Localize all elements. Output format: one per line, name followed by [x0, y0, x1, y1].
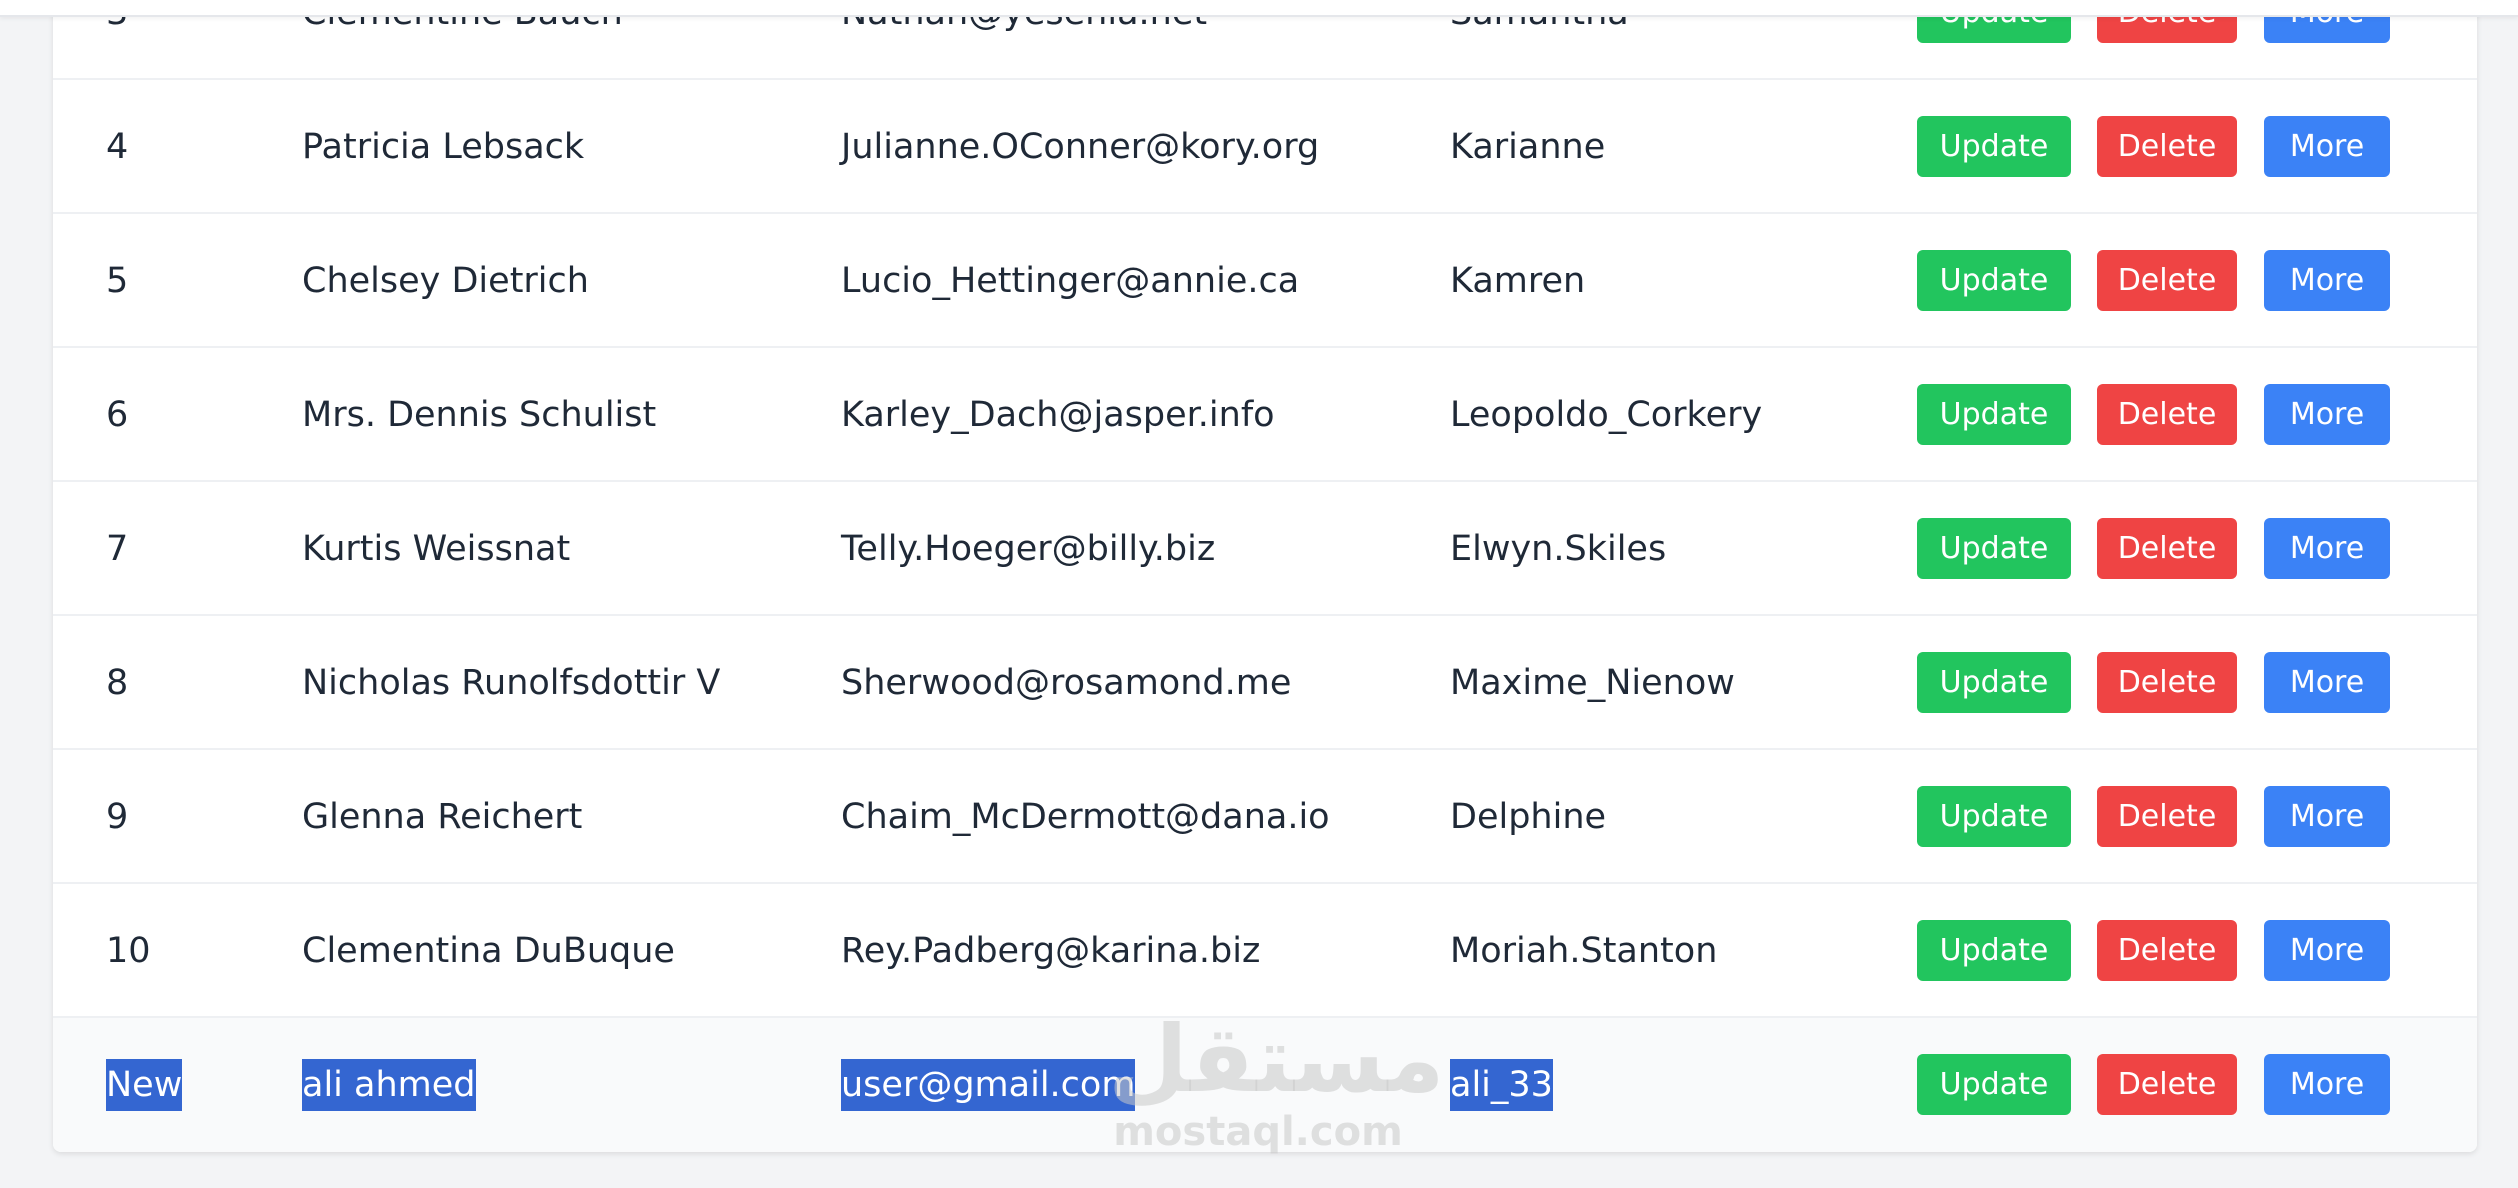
- table-row: 6 Mrs. Dennis Schulist Karley_Dach@jaspe…: [53, 348, 2477, 482]
- more-button[interactable]: More: [2264, 250, 2390, 311]
- cell-email: Julianne.OConner@kory.org: [841, 127, 1320, 167]
- cell-username: Leopoldo_Corkery: [1450, 395, 1763, 435]
- more-button[interactable]: More: [2264, 116, 2390, 177]
- cell-username: Delphine: [1450, 797, 1607, 837]
- cell-id: New: [106, 1059, 183, 1111]
- cell-email: Rey.Padberg@karina.biz: [841, 931, 1261, 971]
- table-row: 4 Patricia Lebsack Julianne.OConner@kory…: [53, 80, 2477, 214]
- more-button[interactable]: More: [2264, 518, 2390, 579]
- cell-email: Telly.Hoeger@billy.biz: [841, 529, 1216, 569]
- update-button[interactable]: Update: [1917, 384, 2071, 445]
- cell-email-wrapper: user@gmail.com: [841, 1018, 1136, 1152]
- more-button[interactable]: More: [2264, 786, 2390, 847]
- cell-email: Karley_Dach@jasper.info: [841, 395, 1275, 435]
- more-button[interactable]: More: [2264, 652, 2390, 713]
- cell-name: Clementina DuBuque: [302, 931, 675, 971]
- cell-id: 10: [106, 931, 151, 971]
- update-button[interactable]: Update: [1917, 1054, 2071, 1115]
- delete-button[interactable]: Delete: [2097, 786, 2237, 847]
- cell-username: Maxime_Nienow: [1450, 663, 1735, 703]
- cell-username: ali_33: [1450, 1059, 1553, 1111]
- users-table: 3 Clementine Bauch Nathan@yesenia.net Sa…: [53, 0, 2477, 1152]
- cell-name-wrapper: ali ahmed: [302, 1018, 476, 1152]
- cell-id: 4: [106, 127, 129, 167]
- delete-button[interactable]: Delete: [2097, 116, 2237, 177]
- cell-name: Kurtis Weissnat: [302, 529, 571, 569]
- update-button[interactable]: Update: [1917, 786, 2071, 847]
- table-row-new: New ali ahmed user@gmail.com ali_33 Upda…: [53, 1018, 2477, 1152]
- update-button[interactable]: Update: [1917, 652, 2071, 713]
- cell-id: 8: [106, 663, 129, 703]
- table-row: 10 Clementina DuBuque Rey.Padberg@karina…: [53, 884, 2477, 1018]
- update-button[interactable]: Update: [1917, 250, 2071, 311]
- top-header-bar: [0, 0, 2518, 17]
- cell-username: Moriah.Stanton: [1450, 931, 1718, 971]
- cell-email: Chaim_McDermott@dana.io: [841, 797, 1330, 837]
- delete-button[interactable]: Delete: [2097, 384, 2237, 445]
- table-row: 8 Nicholas Runolfsdottir V Sherwood@rosa…: [53, 616, 2477, 750]
- update-button[interactable]: Update: [1917, 920, 2071, 981]
- cell-id-wrapper: New: [106, 1018, 183, 1152]
- cell-email: user@gmail.com: [841, 1059, 1136, 1111]
- cell-id: 6: [106, 395, 129, 435]
- cell-email: Sherwood@rosamond.me: [841, 663, 1292, 703]
- cell-name: Mrs. Dennis Schulist: [302, 395, 657, 435]
- more-button[interactable]: More: [2264, 1054, 2390, 1115]
- more-button[interactable]: More: [2264, 920, 2390, 981]
- cell-username: Karianne: [1450, 127, 1606, 167]
- cell-id: 7: [106, 529, 129, 569]
- more-button[interactable]: More: [2264, 384, 2390, 445]
- cell-name: Glenna Reichert: [302, 797, 583, 837]
- table-row: 9 Glenna Reichert Chaim_McDermott@dana.i…: [53, 750, 2477, 884]
- update-button[interactable]: Update: [1917, 116, 2071, 177]
- delete-button[interactable]: Delete: [2097, 250, 2237, 311]
- cell-name: ali ahmed: [302, 1059, 476, 1111]
- cell-name: Patricia Lebsack: [302, 127, 585, 167]
- cell-email: Lucio_Hettinger@annie.ca: [841, 261, 1300, 301]
- delete-button[interactable]: Delete: [2097, 1054, 2237, 1115]
- update-button[interactable]: Update: [1917, 518, 2071, 579]
- cell-name: Chelsey Dietrich: [302, 261, 589, 301]
- cell-id: 9: [106, 797, 129, 837]
- cell-username: Elwyn.Skiles: [1450, 529, 1667, 569]
- table-row: 5 Chelsey Dietrich Lucio_Hettinger@annie…: [53, 214, 2477, 348]
- delete-button[interactable]: Delete: [2097, 518, 2237, 579]
- cell-username-wrapper: ali_33: [1450, 1018, 1553, 1152]
- delete-button[interactable]: Delete: [2097, 652, 2237, 713]
- delete-button[interactable]: Delete: [2097, 920, 2237, 981]
- cell-username: Kamren: [1450, 261, 1586, 301]
- cell-name: Nicholas Runolfsdottir V: [302, 663, 721, 703]
- cell-id: 5: [106, 261, 129, 301]
- table-row: 7 Kurtis Weissnat Telly.Hoeger@billy.biz…: [53, 482, 2477, 616]
